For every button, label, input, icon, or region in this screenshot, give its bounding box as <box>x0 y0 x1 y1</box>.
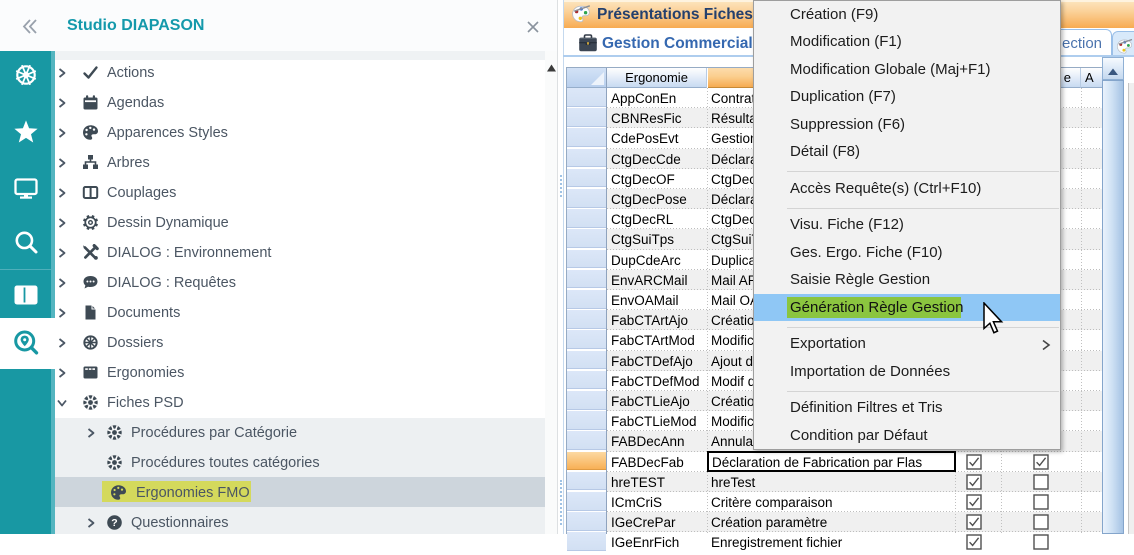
svg-text:?: ? <box>111 517 117 529</box>
